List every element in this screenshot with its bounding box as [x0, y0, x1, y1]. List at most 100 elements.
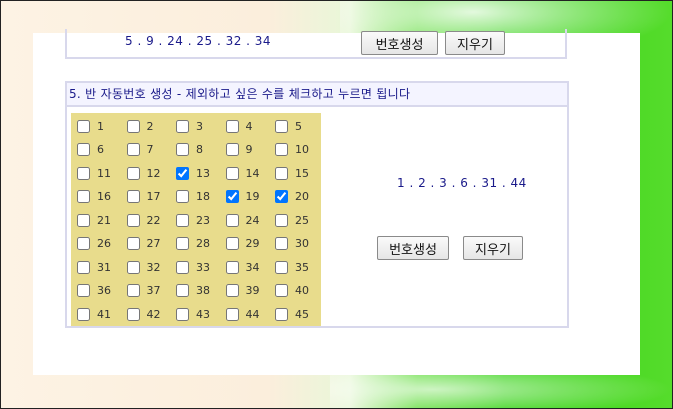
- number-option-36[interactable]: 36: [77, 281, 125, 301]
- number-option-18[interactable]: 18: [176, 187, 224, 207]
- number-checkbox[interactable]: [126, 237, 140, 250]
- number-option-27[interactable]: 27: [126, 234, 175, 254]
- number-checkbox[interactable]: [77, 143, 90, 156]
- number-option-41[interactable]: 41: [77, 304, 125, 324]
- number-label: 17: [146, 190, 161, 203]
- number-option-42[interactable]: 42: [126, 304, 175, 324]
- number-option-35[interactable]: 35: [275, 257, 323, 277]
- number-option-1[interactable]: 1: [77, 116, 125, 136]
- number-checkbox[interactable]: [275, 307, 288, 321]
- number-checkbox[interactable]: [126, 166, 140, 180]
- number-label: 18: [196, 190, 210, 203]
- number-option-2[interactable]: 2: [126, 116, 175, 136]
- number-checkbox[interactable]: [225, 284, 239, 297]
- number-option-6[interactable]: 6: [77, 140, 125, 160]
- number-checkbox[interactable]: [275, 143, 288, 156]
- number-option-39[interactable]: 39: [225, 281, 274, 301]
- number-checkbox[interactable]: [126, 213, 140, 227]
- number-option-8[interactable]: 8: [176, 140, 224, 160]
- number-checkbox[interactable]: [176, 213, 189, 227]
- number-option-25[interactable]: 25: [275, 210, 323, 230]
- number-option-45[interactable]: 45: [275, 304, 323, 324]
- number-option-33[interactable]: 33: [176, 257, 224, 277]
- number-option-37[interactable]: 37: [126, 281, 175, 301]
- number-option-28[interactable]: 28: [176, 234, 224, 254]
- number-option-16[interactable]: 16: [77, 187, 125, 207]
- number-option-23[interactable]: 23: [176, 210, 224, 230]
- generate-button[interactable]: 번호생성: [377, 236, 449, 260]
- number-option-15[interactable]: 15: [275, 163, 323, 183]
- number-option-26[interactable]: 26: [77, 234, 125, 254]
- number-option-32[interactable]: 32: [126, 257, 175, 277]
- number-checkbox[interactable]: [176, 260, 189, 274]
- number-checkbox[interactable]: [126, 119, 140, 133]
- number-checkbox[interactable]: [77, 307, 90, 321]
- number-checkbox[interactable]: [77, 260, 90, 274]
- number-checkbox[interactable]: [176, 190, 189, 203]
- number-checkbox[interactable]: [176, 284, 189, 297]
- number-checkbox[interactable]: [275, 260, 288, 274]
- number-option-20[interactable]: 20: [275, 187, 323, 207]
- number-checkbox[interactable]: [275, 237, 288, 250]
- number-checkbox[interactable]: [275, 119, 288, 133]
- number-option-24[interactable]: 24: [225, 210, 274, 230]
- number-option-31[interactable]: 31: [77, 257, 125, 277]
- number-option-34[interactable]: 34: [225, 257, 274, 277]
- number-checkbox[interactable]: [176, 307, 189, 321]
- clear-button-top[interactable]: 지우기: [445, 31, 505, 55]
- number-option-22[interactable]: 22: [126, 210, 175, 230]
- number-checkbox[interactable]: [176, 143, 189, 156]
- number-option-9[interactable]: 9: [225, 140, 274, 160]
- number-option-12[interactable]: 12: [126, 163, 175, 183]
- number-checkbox[interactable]: [126, 307, 140, 321]
- generate-button-top[interactable]: 번호생성: [361, 31, 438, 55]
- number-option-44[interactable]: 44: [225, 304, 274, 324]
- number-checkbox[interactable]: [275, 284, 288, 297]
- number-option-11[interactable]: 11: [77, 163, 125, 183]
- number-label: 28: [196, 237, 210, 250]
- number-option-38[interactable]: 38: [176, 281, 224, 301]
- number-option-30[interactable]: 30: [275, 234, 323, 254]
- number-option-5[interactable]: 5: [275, 116, 323, 136]
- number-checkbox[interactable]: [275, 190, 288, 203]
- number-option-43[interactable]: 43: [176, 304, 224, 324]
- number-checkbox[interactable]: [225, 307, 239, 321]
- number-checkbox[interactable]: [126, 260, 140, 274]
- number-checkbox[interactable]: [77, 213, 90, 227]
- number-checkbox[interactable]: [225, 213, 239, 227]
- clear-button[interactable]: 지우기: [463, 236, 523, 260]
- number-option-40[interactable]: 40: [275, 281, 323, 301]
- number-option-3[interactable]: 3: [176, 116, 224, 136]
- number-checkbox[interactable]: [275, 166, 288, 180]
- number-checkbox[interactable]: [126, 190, 140, 203]
- number-checkbox[interactable]: [77, 119, 90, 133]
- number-checkbox[interactable]: [77, 190, 90, 203]
- number-checkbox[interactable]: [225, 119, 239, 133]
- number-checkbox[interactable]: [77, 166, 90, 180]
- number-option-14[interactable]: 14: [225, 163, 274, 183]
- number-checkbox[interactable]: [225, 166, 239, 180]
- number-label: 40: [295, 284, 309, 297]
- number-label: 23: [196, 213, 210, 227]
- number-option-29[interactable]: 29: [225, 234, 274, 254]
- number-checkbox[interactable]: [225, 190, 239, 203]
- number-checkbox[interactable]: [225, 237, 239, 250]
- number-option-19[interactable]: 19: [225, 187, 274, 207]
- number-checkbox[interactable]: [126, 284, 140, 297]
- number-checkbox[interactable]: [176, 166, 189, 180]
- number-option-10[interactable]: 10: [275, 140, 323, 160]
- number-option-4[interactable]: 4: [225, 116, 274, 136]
- number-option-17[interactable]: 17: [126, 187, 175, 207]
- number-option-13[interactable]: 13: [176, 163, 224, 183]
- number-option-7[interactable]: 7: [126, 140, 175, 160]
- number-option-21[interactable]: 21: [77, 210, 125, 230]
- number-checkbox[interactable]: [225, 143, 239, 156]
- number-checkbox[interactable]: [77, 237, 90, 250]
- number-checkbox[interactable]: [225, 260, 239, 274]
- number-label: 6: [97, 143, 104, 156]
- number-checkbox[interactable]: [275, 213, 288, 227]
- number-checkbox[interactable]: [77, 284, 90, 297]
- number-checkbox[interactable]: [176, 119, 189, 133]
- number-checkbox[interactable]: [126, 143, 140, 156]
- number-checkbox[interactable]: [176, 237, 189, 250]
